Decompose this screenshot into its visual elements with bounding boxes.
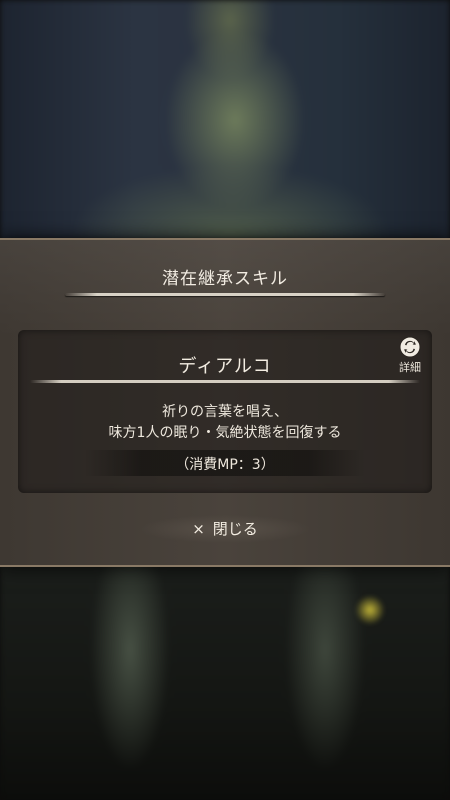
game-screen: 潜在継承スキル ディアルコ 詳細 祈りの言葉を唱え、 味方1人の眠り・気絶状態を… [0, 0, 450, 800]
close-button[interactable]: × 閉じる [140, 515, 310, 543]
close-label: 閉じる [212, 520, 258, 538]
detail-label: 詳細 [399, 361, 421, 374]
skill-description-line: 味方1人の眠り・気絶状態を回復する [108, 425, 342, 441]
skill-dialog: 潜在継承スキル ディアルコ 詳細 祈りの言葉を唱え、 味方1人の眠り・気絶状態を… [0, 238, 450, 567]
mp-cost-bar: （消費MP：3） [85, 450, 365, 476]
skill-panel: ディアルコ 詳細 祈りの言葉を唱え、 味方1人の眠り・気絶状態を回復する （消費… [18, 330, 432, 493]
skill-name: ディアルコ [178, 356, 272, 377]
detail-button[interactable]: 詳細 [394, 336, 426, 376]
close-icon: × [192, 520, 205, 538]
background-character-portrait [0, 0, 450, 240]
mp-cost: （消費MP：3） [175, 457, 275, 473]
background-scene [0, 560, 450, 800]
skill-divider [30, 380, 420, 383]
swap-icon [399, 336, 421, 358]
background-light [355, 595, 385, 625]
skill-description-line: 祈りの言葉を唱え、 [162, 404, 288, 420]
skill-description: 祈りの言葉を唱え、 味方1人の眠り・気絶状態を回復する [18, 402, 432, 444]
dialog-title: 潜在継承スキル [162, 269, 288, 289]
title-divider [65, 293, 385, 296]
